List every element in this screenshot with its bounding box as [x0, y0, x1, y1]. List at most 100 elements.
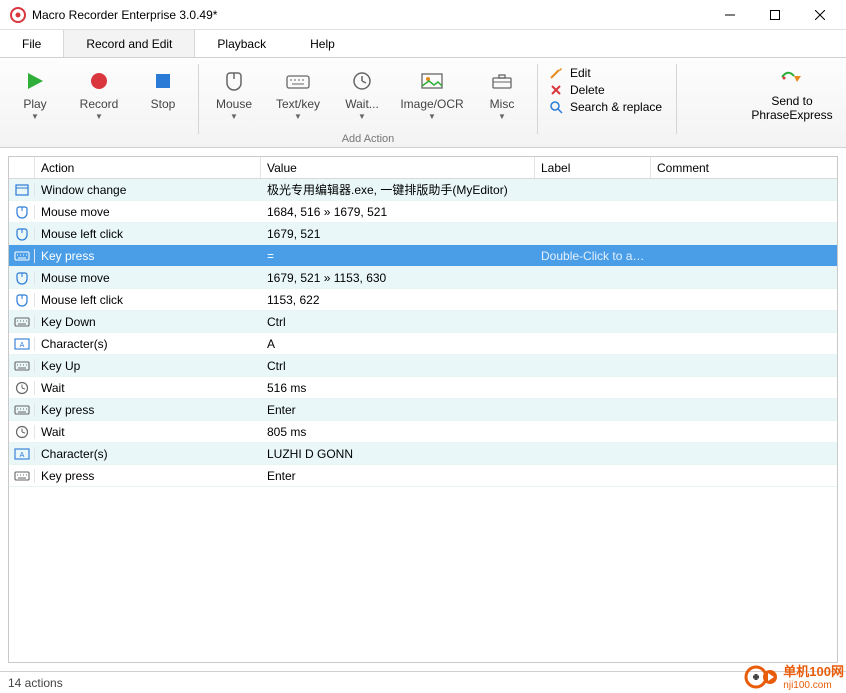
dropdown-icon: ▼ [428, 112, 436, 121]
row-icon [9, 381, 35, 395]
macro-table: Action Value Label Comment Window change… [8, 156, 838, 663]
window-title: Macro Recorder Enterprise 3.0.49* [32, 8, 707, 22]
menu-record-edit[interactable]: Record and Edit [63, 30, 195, 57]
column-action[interactable]: Action [35, 157, 261, 178]
dropdown-icon: ▼ [358, 112, 366, 121]
mouse-icon [223, 68, 245, 94]
svg-text:A: A [19, 452, 24, 459]
menu-help[interactable]: Help [288, 30, 357, 57]
table-row[interactable]: Wait516 ms [9, 377, 837, 399]
cell-action: Mouse move [35, 205, 261, 219]
table-row[interactable]: Mouse left click1153, 622 [9, 289, 837, 311]
table-row[interactable]: Mouse left click1679, 521 [9, 223, 837, 245]
cell-action: Key Up [35, 359, 261, 373]
table-row[interactable]: Key press=Double-Click to add [9, 245, 837, 267]
dropdown-icon: ▼ [498, 112, 506, 121]
table-row[interactable]: Key DownCtrl [9, 311, 837, 333]
row-icon [9, 293, 35, 307]
cell-value: 极光专用编辑器.exe, 一键排版助手(MyEditor) [261, 181, 535, 198]
cell-value: LUZHI D GONN [261, 447, 535, 461]
cell-action: Key Down [35, 315, 261, 329]
add-textkey-button[interactable]: Text/key ▼ [271, 64, 325, 121]
add-imageocr-button[interactable]: Image/OCR ▼ [399, 64, 465, 121]
dropdown-icon: ▼ [230, 112, 238, 121]
cell-value: 1679, 521 » 1153, 630 [261, 271, 535, 285]
column-value[interactable]: Value [261, 157, 535, 178]
app-icon [10, 7, 26, 23]
ribbon-separator [198, 64, 199, 134]
stop-button[interactable]: Stop [136, 64, 190, 121]
cell-value: A [261, 337, 535, 351]
column-icon[interactable] [9, 157, 35, 178]
play-icon [24, 68, 46, 94]
clock-icon [351, 68, 373, 94]
cell-action: Character(s) [35, 447, 261, 461]
menu-playback[interactable]: Playback [195, 30, 288, 57]
ribbon: Play ▼ Record ▼ Stop Mouse ▼ Te [0, 58, 846, 148]
send-to-phraseexpress-button[interactable]: Send toPhraseExpress [746, 64, 838, 123]
row-icon [9, 227, 35, 241]
ribbon-group-playback: Play ▼ Record ▼ Stop [8, 64, 190, 147]
image-icon [420, 68, 444, 94]
cell-action: Wait [35, 381, 261, 395]
edit-button[interactable]: Edit [548, 66, 662, 80]
table-row[interactable]: Mouse move1684, 516 » 1679, 521 [9, 201, 837, 223]
row-icon [9, 315, 35, 329]
add-mouse-button[interactable]: Mouse ▼ [207, 64, 261, 121]
title-bar: Macro Recorder Enterprise 3.0.49* [0, 0, 846, 30]
table-row[interactable]: Key pressEnter [9, 399, 837, 421]
ribbon-group-add-action: Mouse ▼ Text/key ▼ Wait... ▼ Image/OCR ▼… [207, 64, 529, 147]
play-button[interactable]: Play ▼ [8, 64, 62, 121]
table-body[interactable]: Window change极光专用编辑器.exe, 一键排版助手(MyEdito… [9, 179, 837, 662]
row-icon [9, 469, 35, 483]
table-row[interactable]: Key pressEnter [9, 465, 837, 487]
cell-label: Double-Click to add [535, 249, 651, 263]
cell-value: 805 ms [261, 425, 535, 439]
close-button[interactable] [797, 0, 842, 30]
record-icon [88, 68, 110, 94]
svg-text:A: A [19, 342, 24, 349]
dropdown-icon: ▼ [294, 112, 302, 121]
search-replace-button[interactable]: Search & replace [548, 100, 662, 114]
cell-value: 1153, 622 [261, 293, 535, 307]
row-icon [9, 425, 35, 439]
minimize-button[interactable] [707, 0, 752, 30]
cell-action: Character(s) [35, 337, 261, 351]
pencil-icon [548, 66, 564, 80]
search-icon [548, 100, 564, 114]
ribbon-group-edit: Edit Delete Search & replace [546, 64, 668, 114]
add-wait-button[interactable]: Wait... ▼ [335, 64, 389, 121]
table-row[interactable]: A Character(s)LUZHI D GONN [9, 443, 837, 465]
delete-button[interactable]: Delete [548, 83, 662, 97]
dropdown-icon: ▼ [31, 112, 39, 121]
row-icon [9, 403, 35, 417]
cell-value: Enter [261, 403, 535, 417]
record-button[interactable]: Record ▼ [72, 64, 126, 121]
table-row[interactable]: ACharacter(s)A [9, 333, 837, 355]
cell-value: 1679, 521 [261, 227, 535, 241]
ribbon-separator [537, 64, 538, 134]
table-row[interactable]: Mouse move1679, 521 » 1153, 630 [9, 267, 837, 289]
cell-action: Mouse move [35, 271, 261, 285]
table-row[interactable]: Window change极光专用编辑器.exe, 一键排版助手(MyEdito… [9, 179, 837, 201]
cell-value: = [261, 249, 535, 263]
add-misc-button[interactable]: Misc ▼ [475, 64, 529, 121]
cell-value: Enter [261, 469, 535, 483]
maximize-button[interactable] [752, 0, 797, 30]
menu-file[interactable]: File [0, 30, 63, 57]
table-row[interactable]: Key UpCtrl [9, 355, 837, 377]
row-icon [9, 271, 35, 285]
cell-action: Mouse left click [35, 227, 261, 241]
delete-icon [548, 83, 564, 97]
send-icon [779, 66, 805, 91]
cell-action: Key press [35, 469, 261, 483]
table-row[interactable]: Wait805 ms [9, 421, 837, 443]
row-icon [9, 359, 35, 373]
cell-value: 1684, 516 » 1679, 521 [261, 205, 535, 219]
table-header: Action Value Label Comment [9, 157, 837, 179]
column-label[interactable]: Label [535, 157, 651, 178]
row-icon: A [9, 447, 35, 461]
stop-icon [152, 68, 174, 94]
toolbox-icon [490, 68, 514, 94]
column-comment[interactable]: Comment [651, 157, 837, 178]
